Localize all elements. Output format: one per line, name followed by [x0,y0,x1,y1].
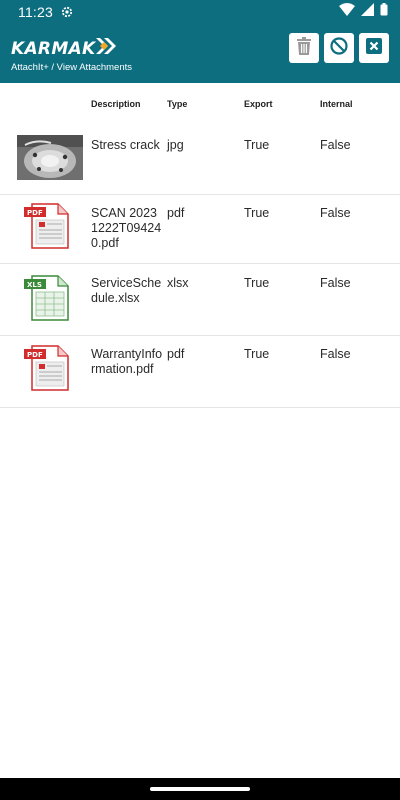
settings-gear-icon [61,6,73,18]
attachment-description: ServiceSchedule.xlsx [91,276,162,305]
column-header-type: Type [167,99,188,109]
attachment-type: jpg [167,138,184,152]
close-button[interactable] [359,33,389,63]
attachment-description: SCAN 20231222T094240.pdf [91,206,162,250]
table-row[interactable]: XLS ServiceSchedule.xlsx xlsx True False [0,264,400,336]
status-bar: 11:23 [0,0,400,24]
svg-text:PDF: PDF [27,351,43,359]
wifi-icon [339,3,355,21]
attachment-description: Stress crack [91,138,160,152]
cancel-button[interactable] [324,33,354,63]
system-navigation-bar [0,778,400,800]
photo-thumbnail [17,135,83,185]
delete-button[interactable] [289,33,319,63]
svg-text:PDF: PDF [27,209,43,217]
svg-text:XLS: XLS [27,281,42,289]
table-row[interactable]: Stress crack jpg True False [0,123,400,195]
xls-file-icon: XLS [24,275,70,326]
attachment-type: pdf [167,206,185,220]
attachment-type: xlsx [167,276,189,290]
attachment-type: pdf [167,347,185,361]
attachment-export: True [244,206,270,220]
attachments-table: Description Type Export Internal Stress … [0,83,400,408]
attachment-internal: False [320,276,351,290]
block-icon [330,36,348,60]
brand-name: KARMAK [11,38,96,59]
column-header-description: Description [91,99,141,109]
brand-diamond-icon [96,38,118,59]
trash-icon [296,36,312,60]
home-gesture-handle[interactable] [150,787,250,791]
column-header-export: Export [244,99,273,109]
close-box-icon [366,37,382,59]
breadcrumb: AttachIt+ / View Attachments [11,62,133,73]
attachment-internal: False [320,206,351,220]
attachment-internal: False [320,138,351,152]
attachment-export: True [244,138,270,152]
attachment-export: True [244,276,270,290]
table-row[interactable]: PDF SCAN 20231222T094240.pdf pdf True Fa… [0,195,400,264]
status-time: 11:23 [18,4,53,20]
attachment-description: WarrantyInformation.pdf [91,347,163,376]
app-header: KARMAK AttachIt+ / View Attachments [0,24,400,83]
brand-logo: KARMAK [11,38,118,59]
table-header: Description Type Export Internal [0,83,400,123]
column-header-internal: Internal [320,99,353,109]
table-row[interactable]: PDF WarrantyInformation.pdf pdf True Fal… [0,336,400,408]
signal-icon [361,3,374,21]
attachment-export: True [244,347,270,361]
battery-icon [380,3,388,21]
pdf-file-icon: PDF [24,345,70,396]
attachment-internal: False [320,347,351,361]
pdf-file-icon: PDF [24,203,70,254]
